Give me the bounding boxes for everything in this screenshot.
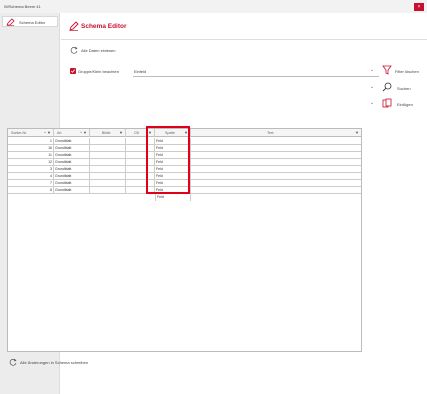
- table-row[interactable]: Feld: [8, 194, 361, 201]
- save-all-button[interactable]: Alle Änderungen in Schema schreiben: [20, 360, 88, 365]
- column-header-text[interactable]: Text ▼: [191, 129, 361, 137]
- table-row[interactable]: 1 Grundblatt Feld: [8, 138, 361, 145]
- filter-icon[interactable]: ▼: [119, 130, 123, 135]
- column-header-cb[interactable]: CB ▼: [126, 129, 155, 137]
- pencil-icon: [6, 18, 15, 26]
- type-select[interactable]: [133, 76, 379, 77]
- filter-icon[interactable]: ▼: [184, 130, 188, 135]
- reload-icon[interactable]: [9, 358, 17, 366]
- sidebar-item-schema-editor[interactable]: Schema Editor: [2, 16, 58, 27]
- filter-icon[interactable]: ▼: [148, 130, 152, 135]
- checkmark-icon: [70, 69, 76, 73]
- filter-icon[interactable]: ▼: [355, 130, 359, 135]
- table-row[interactable]: 8 Grundblatt Feld: [8, 187, 361, 194]
- filter-clear-button[interactable]: Filter löschen: [395, 69, 419, 74]
- table-row[interactable]: 11 Grundblatt Feld: [8, 152, 361, 159]
- column-header-art[interactable]: Art ^ ▼: [54, 129, 90, 137]
- column-header-spalte[interactable]: Spalte ▼: [155, 129, 191, 137]
- column-header-bildtx[interactable]: Bildtx ▼: [90, 129, 126, 137]
- paste-icon[interactable]: [382, 98, 392, 108]
- filter-icon[interactable]: [382, 65, 392, 75]
- chevron-down-icon[interactable]: ⌄: [370, 68, 374, 73]
- table-row[interactable]: 7 Grundblatt Feld: [8, 180, 361, 187]
- chevron-down-icon[interactable]: ⌄: [370, 101, 374, 106]
- column-header-sort-nr[interactable]: Sortier-Nr. ^ ▼: [8, 129, 54, 137]
- search-button[interactable]: Suchen: [397, 86, 411, 91]
- header-divider: [61, 39, 427, 40]
- insert-button[interactable]: Einfügen: [397, 102, 413, 107]
- group-filter-label: Gruppe/Klein beachten: [78, 69, 119, 74]
- sidebar-item-label: Schema Editor: [19, 20, 46, 25]
- page-title: Schema Editor: [81, 23, 127, 30]
- table-row[interactable]: 16 Grundblatt Feld: [8, 145, 361, 152]
- title-bar: IWSchema Beem 41 ×: [0, 0, 427, 13]
- type-select-value[interactable]: Einfeld: [134, 69, 146, 74]
- pencil-icon: [69, 21, 79, 31]
- search-icon[interactable]: [382, 82, 392, 92]
- reload-data-button[interactable]: Alle Daten einlesen: [81, 48, 115, 53]
- table-row[interactable]: 3 Grundblatt Feld: [8, 166, 361, 173]
- table-row[interactable]: 12 Grundblatt Feld: [8, 159, 361, 166]
- table-row[interactable]: 4 Grundblatt Feld: [8, 173, 361, 180]
- reload-icon[interactable]: [70, 46, 78, 54]
- chevron-down-icon[interactable]: ⌄: [370, 85, 374, 90]
- group-filter-checkbox[interactable]: [70, 68, 76, 74]
- close-button[interactable]: ×: [414, 3, 424, 11]
- window-title: IWSchema Beem 41: [4, 4, 41, 9]
- sort-filter-icon[interactable]: ^ ▼: [44, 130, 51, 135]
- schema-table: Sortier-Nr. ^ ▼ Art ^ ▼ Bildtx ▼ CB ▼ Sp…: [7, 128, 362, 352]
- table-header: Sortier-Nr. ^ ▼ Art ^ ▼ Bildtx ▼ CB ▼ Sp…: [8, 129, 361, 137]
- sort-filter-icon[interactable]: ^ ▼: [80, 130, 87, 135]
